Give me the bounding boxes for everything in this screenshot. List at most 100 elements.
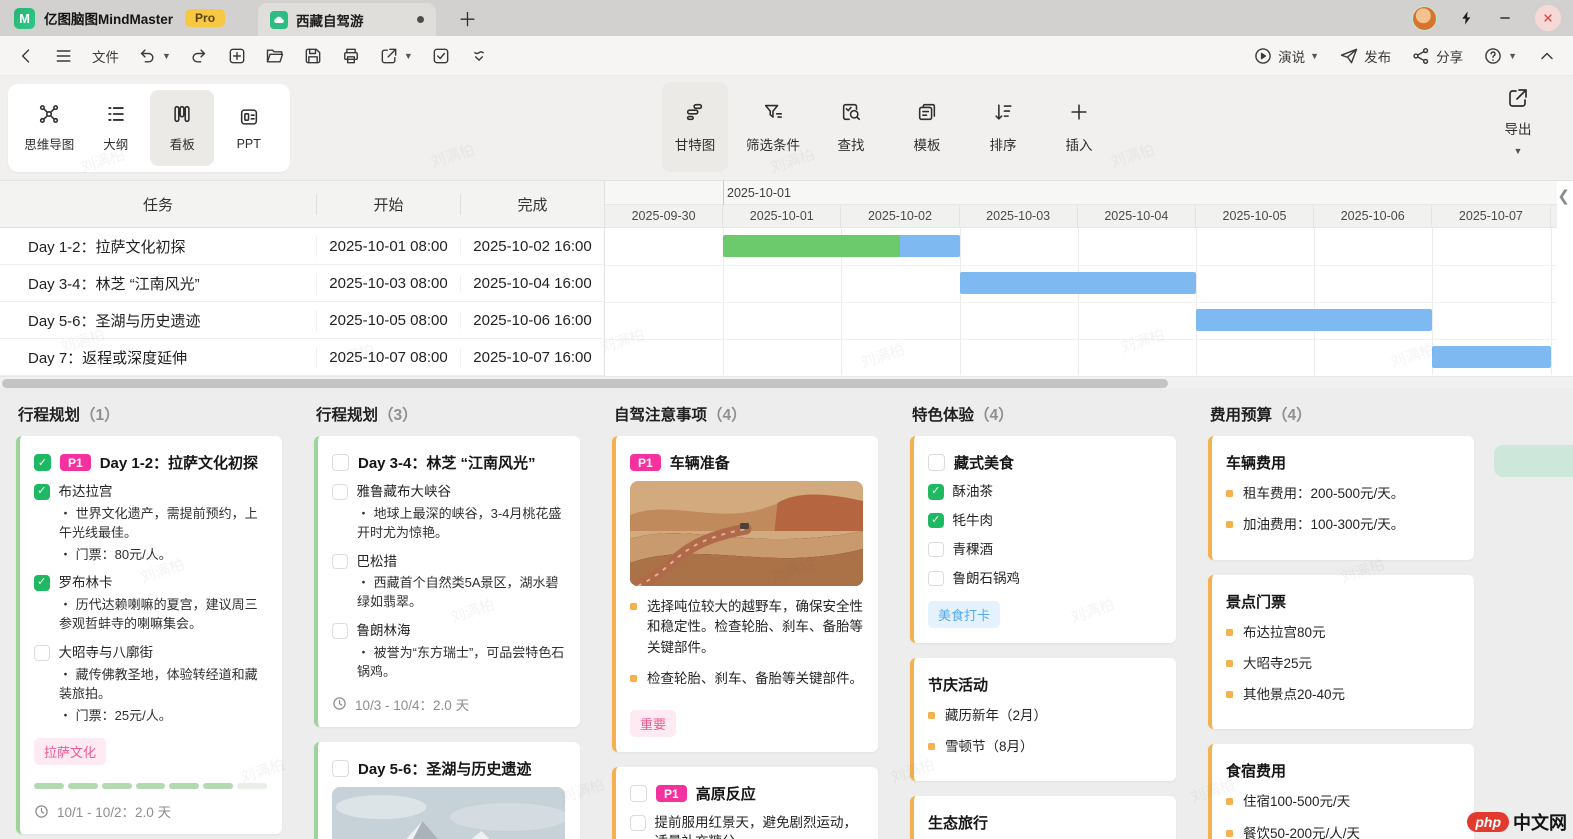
tool-find[interactable]: 查找: [818, 82, 884, 172]
tool-sort[interactable]: 排序: [970, 82, 1036, 172]
task-name-cell[interactable]: Day 1-2：拉萨文化初探: [0, 236, 317, 257]
back-button[interactable]: [16, 46, 36, 66]
kanban-card[interactable]: 车辆费用租车费用：200-500元/天。加油费用：100-300元/天。: [1208, 436, 1474, 560]
gantt-task-row[interactable]: Day 1-2：拉萨文化初探2025-10-01 08:002025-10-02…: [0, 228, 604, 265]
bullet-item: 加油费用：100-300元/天。: [1226, 515, 1459, 535]
kanban-card[interactable]: P1车辆准备选择吨位较大的越野车，确保安全性和稳定性。检查轮胎、刹车、备胎等关键…: [612, 436, 878, 752]
card-title-checkbox[interactable]: [332, 454, 349, 471]
tool-kanban[interactable]: 看板: [150, 90, 214, 166]
gantt-bar[interactable]: [960, 272, 1196, 294]
undo-button[interactable]: ▼: [137, 46, 171, 66]
menu-button[interactable]: [54, 46, 74, 66]
task-check-button[interactable]: [431, 46, 451, 66]
share-nodes-button[interactable]: 分享: [1411, 46, 1463, 66]
kanban-card[interactable]: P1高原反应提前服用红景天，避免剧烈运动，适量补充糖分。: [612, 767, 878, 839]
task-start-cell[interactable]: 2025-10-07 08:00: [317, 349, 461, 366]
kanban-card[interactable]: Day 3-4：林芝 “江南风光”雅鲁藏布大峡谷地球上最深的峡谷，3-4月桃花盛…: [314, 436, 580, 727]
card-title-checkbox[interactable]: ✓: [34, 454, 51, 471]
tool-plus[interactable]: 插入: [1046, 82, 1112, 172]
card-title: 车辆费用: [1226, 452, 1286, 473]
gantt-task-row[interactable]: Day 5-6：圣湖与历史遗迹2025-10-05 08:002025-10-0…: [0, 302, 604, 339]
new-tab-button[interactable]: ＋: [458, 5, 477, 32]
checkbox-unchecked[interactable]: [332, 623, 348, 639]
checkbox-unchecked[interactable]: [34, 645, 50, 661]
tool-outline[interactable]: 大纲: [84, 90, 148, 166]
checkbox-checked[interactable]: ✓: [34, 575, 50, 591]
card-tag: 拉萨文化: [34, 738, 106, 765]
task-start-cell[interactable]: 2025-10-03 08:00: [317, 275, 461, 292]
kanban-column-header: 自驾注意事项（4）: [614, 403, 878, 425]
task-end-cell[interactable]: 2025-10-06 16:00: [461, 312, 604, 329]
save-button[interactable]: [303, 46, 323, 66]
kanban-card[interactable]: Day 5-6：圣湖与历史遗迹: [314, 742, 580, 839]
checkbox-unchecked[interactable]: [630, 815, 646, 831]
gantt-bar[interactable]: [1196, 309, 1432, 331]
checkbox-unchecked[interactable]: [928, 571, 944, 587]
tool-ppt[interactable]: PPT: [217, 90, 281, 166]
checkbox-unchecked[interactable]: [928, 542, 944, 558]
paper-plane-button[interactable]: 发布: [1339, 46, 1391, 66]
task-name-cell[interactable]: Day 3-4：林芝 “江南风光”: [0, 273, 317, 294]
checklist-item: 巴松措: [332, 553, 565, 572]
redo-button[interactable]: [189, 46, 209, 66]
minimize-button[interactable]: [1497, 10, 1513, 26]
close-button[interactable]: [1535, 5, 1561, 31]
task-end-cell[interactable]: 2025-10-07 16:00: [461, 349, 604, 366]
chevron-up-button[interactable]: [1537, 46, 1557, 66]
kanban-column: 行程规划（1）✓P1Day 1-2：拉萨文化初探✓布达拉宫世界文化遗产，需提前预…: [16, 388, 282, 839]
card-title-row: 藏式美食: [928, 452, 1161, 473]
export-button[interactable]: 导出 ▼: [1483, 86, 1553, 156]
collapse-chevron-button[interactable]: [469, 46, 489, 66]
task-end-cell[interactable]: 2025-10-02 16:00: [461, 238, 604, 255]
timeline-day-label: 2025-10-04: [1078, 205, 1196, 227]
main-toolbar: 文件 ▼ ▼ 演说▼ 发布分享 ▼: [0, 36, 1573, 76]
task-end-cell[interactable]: 2025-10-04 16:00: [461, 275, 604, 292]
kanban-card[interactable]: ✓P1Day 1-2：拉萨文化初探✓布达拉宫世界文化遗产，需提前预约，上午光线最…: [16, 436, 282, 834]
bullet-item: 藏历新年（2月）: [928, 706, 1161, 726]
checklist-label: 鲁朗石锅鸡: [953, 570, 1021, 589]
gantt-bar[interactable]: [723, 235, 959, 257]
gantt-task-row[interactable]: Day 3-4：林芝 “江南风光”2025-10-03 08:002025-10…: [0, 265, 604, 302]
gantt-task-row[interactable]: Day 7：返程或深度延伸2025-10-07 08:002025-10-07 …: [0, 339, 604, 376]
kanban-card[interactable]: 景点门票布达拉宫80元大昭寺25元其他景点20-40元: [1208, 575, 1474, 730]
card-title-checkbox[interactable]: [630, 785, 647, 802]
share-export-button[interactable]: ▼: [379, 46, 413, 66]
bullet-square-icon: [1226, 798, 1233, 805]
task-name-cell[interactable]: Day 5-6：圣湖与历史遗迹: [0, 310, 317, 331]
print-button[interactable]: [341, 46, 361, 66]
gantt-bar[interactable]: [1432, 346, 1550, 368]
help-circle-button[interactable]: ▼: [1483, 46, 1517, 66]
task-name-cell[interactable]: Day 7：返程或深度延伸: [0, 347, 317, 368]
kanban-card[interactable]: 生态旅行: [910, 796, 1176, 839]
gantt-toolbar: 甘特图筛选条件查找 模板排序插入: [662, 82, 1112, 172]
document-tab[interactable]: 西藏自驾游: [258, 3, 436, 36]
play-circle-button[interactable]: 演说▼: [1253, 46, 1319, 66]
tool-label: 查找: [838, 134, 865, 154]
tool-template[interactable]: 模板: [894, 82, 960, 172]
flash-icon[interactable]: [1459, 10, 1475, 26]
tool-gantt[interactable]: 甘特图: [662, 82, 728, 172]
scrollbar-thumb[interactable]: [2, 379, 1168, 388]
checkbox-unchecked[interactable]: [332, 554, 348, 570]
checklist-label: 鲁朗林海: [357, 622, 411, 641]
add-column-hint[interactable]: [1494, 445, 1573, 477]
collapse-panel-icon[interactable]: ❮: [1557, 187, 1570, 205]
open-folder-button[interactable]: [265, 46, 285, 66]
file-button[interactable]: 文件: [92, 46, 119, 66]
card-title-checkbox[interactable]: [332, 760, 349, 777]
card-title-checkbox[interactable]: [928, 454, 945, 471]
tool-mindmap[interactable]: 思维导图: [17, 90, 81, 166]
kanban-card[interactable]: 藏式美食✓酥油茶✓牦牛肉青稞酒鲁朗石锅鸡美食打卡: [910, 436, 1176, 643]
checkbox-unchecked[interactable]: [332, 484, 348, 500]
tool-filter[interactable]: 筛选条件: [738, 82, 808, 172]
task-start-cell[interactable]: 2025-10-05 08:00: [317, 312, 461, 329]
task-start-cell[interactable]: 2025-10-01 08:00: [317, 238, 461, 255]
chevron-up-icon: [1537, 46, 1557, 66]
kanban-card[interactable]: 节庆活动藏历新年（2月）雪顿节（8月）: [910, 658, 1176, 782]
add-square-button[interactable]: [227, 46, 247, 66]
checkbox-checked[interactable]: ✓: [928, 513, 944, 529]
checkbox-checked[interactable]: ✓: [34, 484, 50, 500]
checkbox-checked[interactable]: ✓: [928, 484, 944, 500]
kanban-card[interactable]: 食宿费用住宿100-500元/天餐饮50-200元/人/天: [1208, 744, 1474, 839]
user-avatar[interactable]: [1412, 6, 1437, 31]
